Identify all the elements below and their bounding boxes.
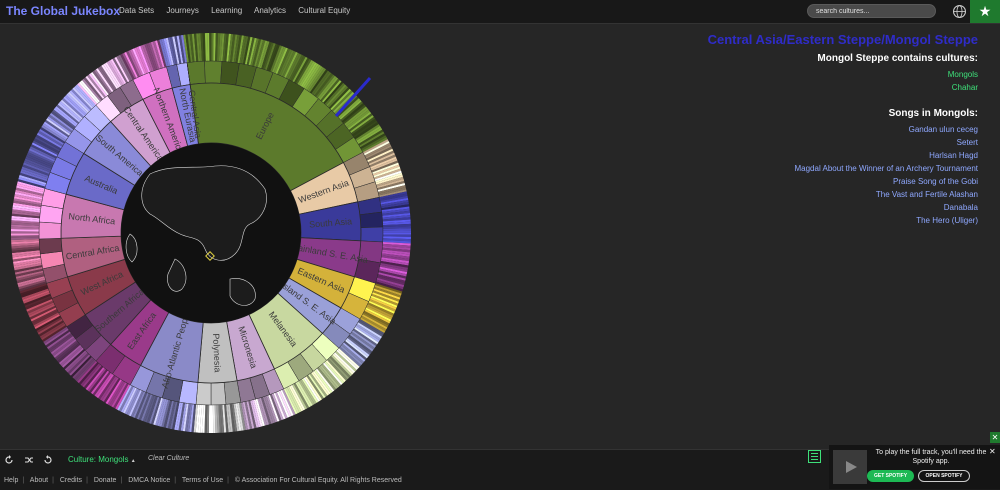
- songs-heading: Songs in Mongols:: [888, 108, 978, 119]
- song-link[interactable]: The Vast and Fertile Alashan: [558, 190, 978, 199]
- close-panel-icon[interactable]: ✕: [990, 432, 1000, 443]
- culture-segment[interactable]: [195, 382, 212, 406]
- nav-learning[interactable]: Learning: [211, 6, 242, 15]
- main-nav: Data Sets Journeys Learning Analytics Cu…: [119, 6, 360, 15]
- song-sliver[interactable]: [382, 230, 411, 233]
- caret-up-icon: ▲: [130, 458, 136, 464]
- contains-heading: Mongol Steppe contains cultures:: [817, 53, 978, 64]
- song-sliver[interactable]: [11, 233, 40, 236]
- info-panel: Central Asia/Eastern Steppe/Mongol Stepp…: [558, 32, 978, 229]
- footer-credits[interactable]: Credits: [60, 477, 82, 484]
- footer-donate[interactable]: Donate: [94, 477, 117, 484]
- culture-link-mongols[interactable]: Mongols: [558, 70, 978, 79]
- nav-journeys[interactable]: Journeys: [166, 6, 198, 15]
- culture-link-chahar[interactable]: Chahar: [558, 83, 978, 92]
- footer-terms[interactable]: Terms of Use: [182, 477, 223, 484]
- close-icon[interactable]: ✕: [989, 447, 996, 456]
- reload-icon[interactable]: [43, 455, 53, 465]
- culture-segment[interactable]: [210, 382, 227, 406]
- footer-dmca[interactable]: DMCA Notice: [128, 477, 170, 484]
- nav-cultural-equity[interactable]: Cultural Equity: [298, 6, 350, 15]
- song-sliver[interactable]: [382, 232, 411, 235]
- culture-segment[interactable]: [359, 211, 384, 229]
- spotify-banner: To play the full track, you'll need the …: [829, 445, 1000, 489]
- search-input[interactable]: [807, 4, 936, 18]
- brand-logo[interactable]: The Global Jukebox: [6, 4, 120, 18]
- song-link[interactable]: Harlsan Hagd: [558, 151, 978, 160]
- song-link[interactable]: Praise Song of the Gobi: [558, 177, 978, 186]
- footer-links: Help | About | Credits | Donate | DMCA Notic…: [4, 477, 402, 484]
- song-link[interactable]: Gandan ulun ceceg: [558, 125, 978, 134]
- globe-icon[interactable]: [951, 3, 968, 20]
- song-link[interactable]: Magdal About the Winner of an Archery To…: [558, 164, 978, 173]
- nav-data-sets[interactable]: Data Sets: [119, 6, 154, 15]
- star-icon[interactable]: ★: [970, 0, 1000, 23]
- song-link[interactable]: The Hero (Uliger): [558, 216, 978, 225]
- top-bar: The Global Jukebox Data Sets Journeys Le…: [0, 0, 1000, 24]
- song-sliver[interactable]: [211, 33, 214, 62]
- shuffle-icon[interactable]: [24, 455, 34, 465]
- song-sliver[interactable]: [211, 404, 214, 433]
- song-link[interactable]: Danabala: [558, 203, 978, 212]
- song-link[interactable]: Setert: [558, 138, 978, 147]
- region-label: Polynesia: [211, 333, 223, 372]
- track-thumbnail: [833, 450, 867, 484]
- region-path: Central Asia/Eastern Steppe/Mongol Stepp…: [707, 32, 978, 47]
- song-sliver[interactable]: [209, 33, 212, 62]
- get-spotify-button[interactable]: GET SPOTIFY: [867, 470, 914, 482]
- culture-segment[interactable]: [204, 60, 223, 84]
- culture-segment[interactable]: [360, 226, 384, 243]
- current-culture[interactable]: Culture: Mongols ▲: [68, 455, 136, 464]
- open-spotify-button[interactable]: OPEN SPOTIFY: [918, 470, 970, 482]
- footer-about[interactable]: About: [30, 477, 48, 484]
- nav-analytics[interactable]: Analytics: [254, 6, 286, 15]
- footer-help[interactable]: Help: [4, 477, 18, 484]
- song-sliver[interactable]: [208, 404, 211, 433]
- clear-culture-button[interactable]: Clear Culture: [148, 455, 189, 462]
- culture-label: Culture: Mongols: [68, 455, 129, 464]
- copyright: © Association For Cultural Equity. All R…: [234, 477, 402, 484]
- refresh-icon[interactable]: [4, 455, 14, 465]
- spotify-message: To play the full track, you'll need the …: [875, 449, 987, 465]
- song-sliver[interactable]: [11, 231, 40, 234]
- culture-segment[interactable]: [38, 221, 62, 240]
- culture-segment[interactable]: [38, 237, 63, 255]
- culture-wheel[interactable]: EuropeWestern AsiaSouth AsiaMainland S. …: [0, 24, 440, 449]
- list-view-icon[interactable]: [808, 450, 821, 463]
